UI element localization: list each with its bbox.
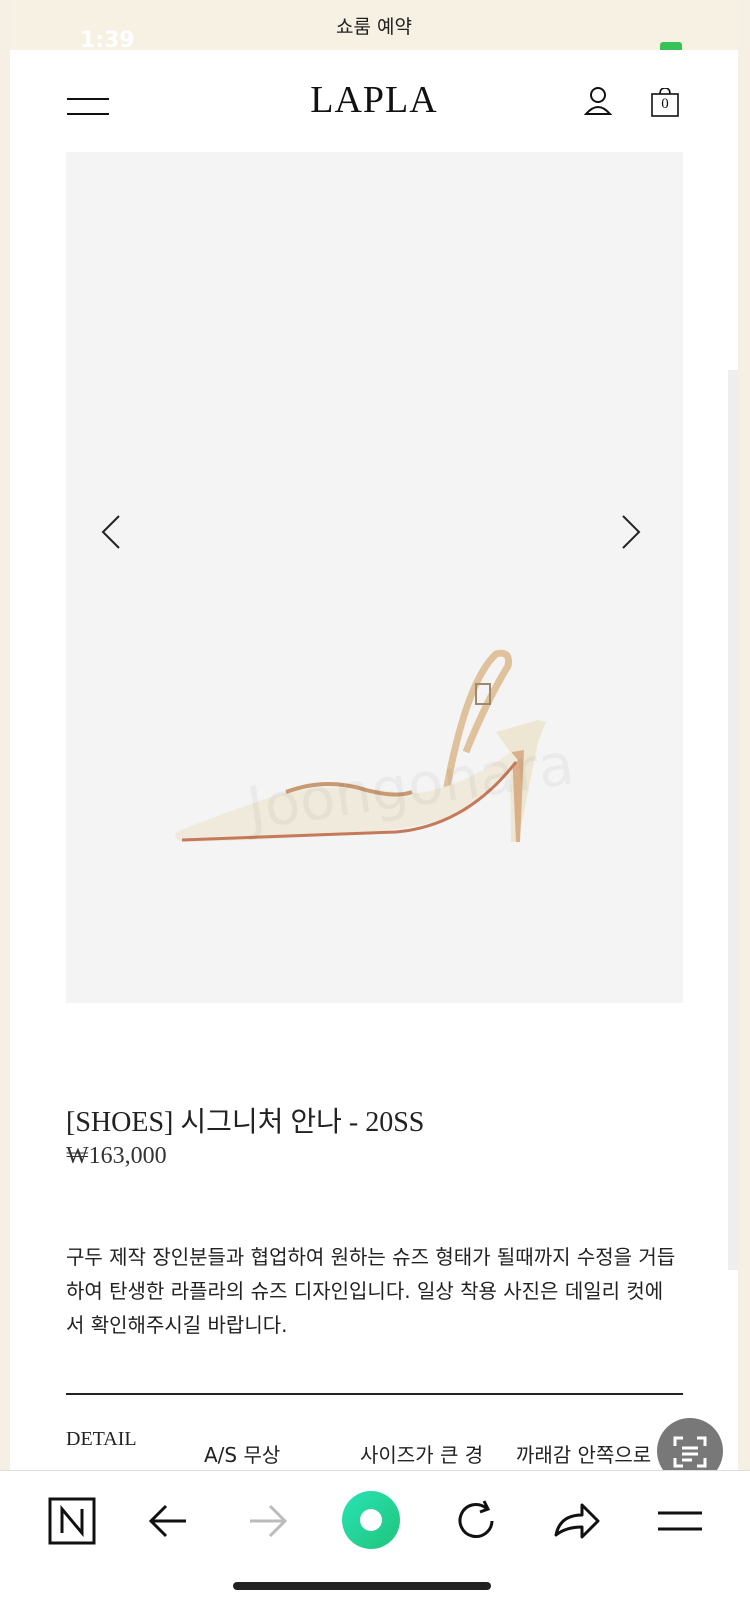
user-icon[interactable] xyxy=(584,86,612,116)
product-description: 구두 제작 장인분들과 협업하여 원하는 슈즈 형태가 될때까지 수정을 거듭하… xyxy=(66,1245,676,1337)
product-title: [SHOES] 시그니처 안나 - 20SS xyxy=(66,1107,425,1138)
product-image-carousel[interactable]: Joongonara xyxy=(66,152,683,1003)
back-arrow-icon[interactable] xyxy=(140,1493,196,1549)
divider xyxy=(66,1393,683,1395)
cart-icon[interactable]: 0 xyxy=(650,87,680,118)
product-price: ₩163,000 xyxy=(66,1143,167,1169)
prev-arrow-icon[interactable] xyxy=(97,512,127,552)
home-indicator[interactable] xyxy=(233,1582,491,1590)
side-scrollbar[interactable] xyxy=(728,370,738,1270)
product-page: LAPLA 0 [SHOES] 시그니처 안나 - 20SS ₩163,000 … xyxy=(10,50,738,1535)
menu-icon[interactable] xyxy=(652,1493,708,1549)
next-arrow-icon[interactable] xyxy=(615,512,645,552)
showroom-banner[interactable]: 쇼룸 예약 1:39 xyxy=(10,0,738,54)
screen: 쇼룸 예약 1:39 LAPLA 0 [SHOES] 시그니처 안나 - 20S… xyxy=(0,0,750,1624)
browser-toolbar xyxy=(0,1470,750,1624)
share-icon[interactable] xyxy=(548,1493,604,1549)
refresh-icon[interactable] xyxy=(448,1493,504,1549)
forward-arrow-icon[interactable] xyxy=(240,1493,296,1549)
naver-n-icon[interactable] xyxy=(44,1493,100,1549)
cart-count: 0 xyxy=(661,96,669,112)
brand-logo[interactable]: LAPLA xyxy=(10,78,738,122)
green-dot-icon[interactable] xyxy=(340,1489,402,1551)
detail-label: DETAIL xyxy=(66,1428,137,1450)
detail-item: A/S 무상 xyxy=(204,1443,281,1467)
